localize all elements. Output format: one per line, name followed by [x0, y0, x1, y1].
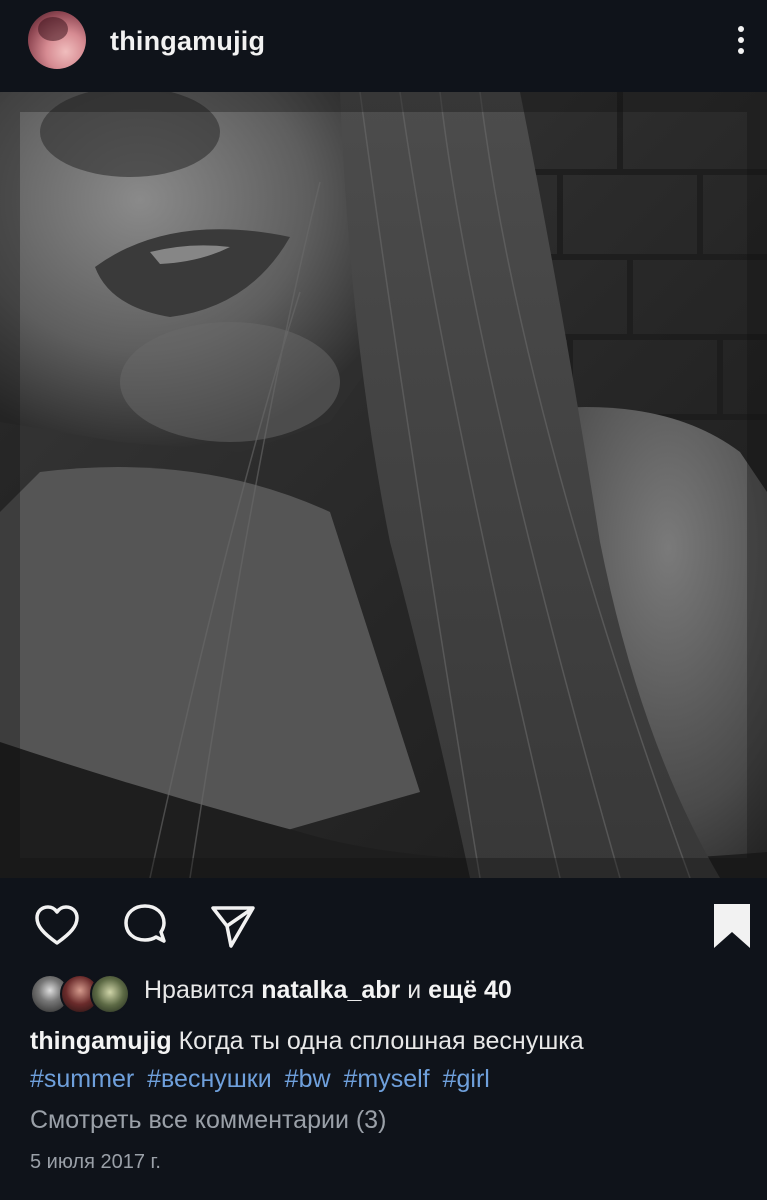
post-date: 5 июля 2017 г. [30, 1151, 161, 1173]
post-photo[interactable] [0, 92, 767, 878]
post-photo-image [0, 92, 767, 878]
likes-connector: и [407, 976, 422, 1004]
more-dot [738, 37, 744, 43]
caption-hashtags: #summer #веснушки #bw #myself #girl [30, 1060, 750, 1098]
hashtag-link[interactable]: #myself [344, 1065, 430, 1093]
hashtag-link[interactable]: #girl [443, 1065, 490, 1093]
liker-avatars [30, 974, 130, 1014]
view-all-comments-link[interactable]: Смотреть все комментарии (3) [30, 1106, 386, 1135]
liker-avatar [90, 974, 130, 1014]
more-dot [738, 26, 744, 32]
hashtag-link[interactable]: #summer [30, 1065, 134, 1093]
liker-username[interactable]: natalka_abr [261, 976, 400, 1004]
likes-prefix: Нравится [144, 976, 255, 1004]
profile-avatar[interactable] [28, 11, 86, 69]
post-username[interactable]: thingamujig [110, 26, 265, 57]
post-screen: thingamujig Нравится natalka_abr и ещё 4… [0, 0, 767, 1200]
post-action-bar [0, 878, 767, 970]
caption-line: thingamujig Когда ты одна сплошная весну… [30, 1022, 750, 1060]
likes-row[interactable]: Нравится natalka_abr и ещё 40 [30, 970, 750, 1016]
caption-username[interactable]: thingamujig [30, 1027, 172, 1055]
likes-text[interactable]: Нравится natalka_abr и ещё 40 [144, 976, 512, 1005]
bookmark-icon[interactable] [708, 902, 756, 950]
post-caption: thingamujig Когда ты одна сплошная весну… [30, 1022, 750, 1098]
more-dot [738, 48, 744, 54]
hashtag-link[interactable]: #bw [285, 1065, 331, 1093]
hashtag-link[interactable]: #веснушки [147, 1065, 272, 1093]
post-header: thingamujig [0, 0, 767, 92]
likes-others-count[interactable]: ещё 40 [428, 976, 512, 1004]
heart-icon[interactable] [33, 902, 81, 950]
more-vertical-icon[interactable] [728, 20, 754, 60]
paper-plane-icon[interactable] [209, 902, 257, 950]
caption-text: Когда ты одна сплошная веснушка [178, 1027, 584, 1055]
comment-bubble-icon[interactable] [121, 902, 169, 950]
